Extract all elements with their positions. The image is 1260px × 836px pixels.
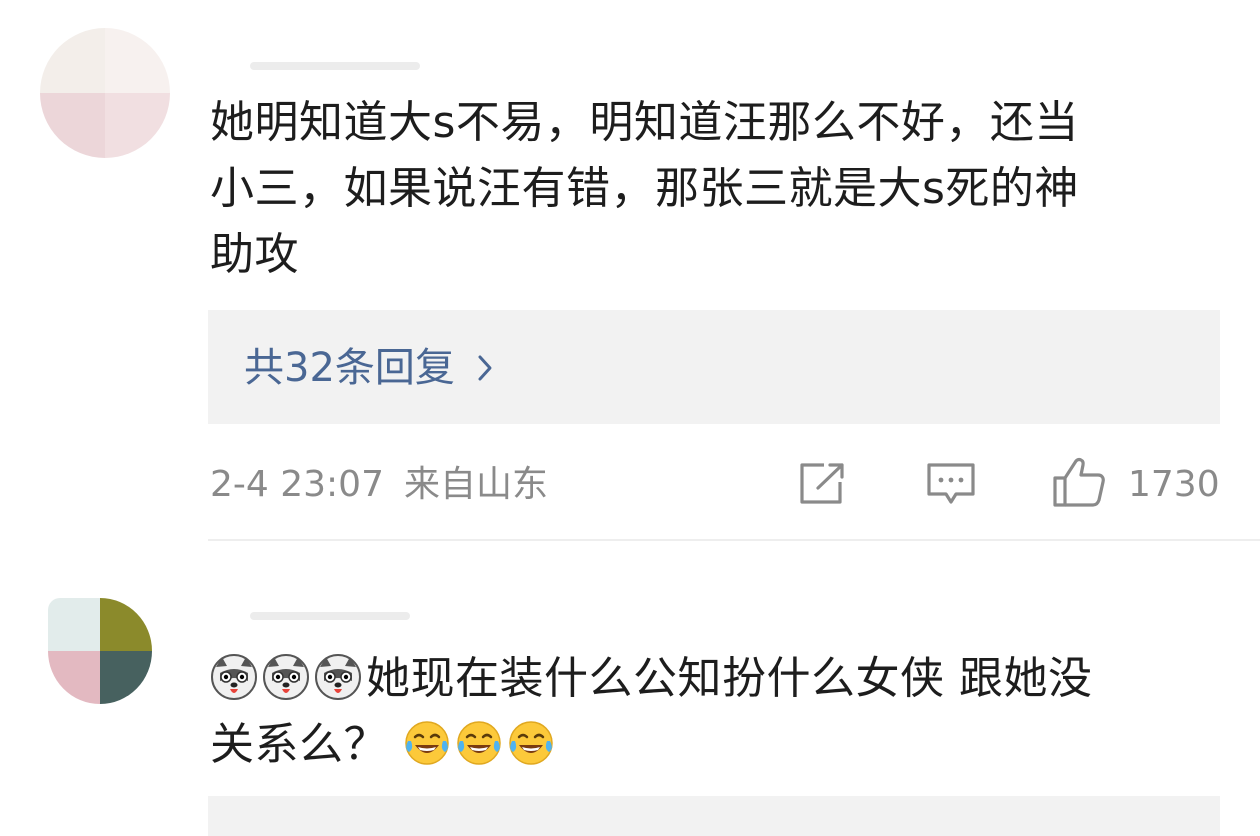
laugh-cry-emoji	[507, 719, 555, 767]
location: 来自山东	[404, 464, 549, 505]
like-count: 1730	[1128, 464, 1220, 505]
laugh-cry-emoji	[403, 719, 451, 767]
avatar[interactable]	[40, 28, 170, 158]
divider	[208, 539, 1260, 541]
avatar[interactable]	[48, 598, 152, 704]
comment-text-line: 小三，如果说汪有错，那张三就是大s死的神	[210, 163, 1079, 214]
chevron-right-icon	[477, 354, 493, 382]
thumbs-up-icon[interactable]	[1052, 456, 1106, 508]
comment-text-line: 助攻	[210, 229, 299, 280]
comment-text: 她现在装什么公知扮什么女侠 跟她没	[366, 653, 1093, 704]
username-redacted[interactable]	[250, 62, 420, 70]
husky-emoji	[262, 653, 310, 701]
view-replies-link[interactable]: 共32条回复	[244, 338, 493, 398]
husky-emoji	[314, 653, 362, 701]
husky-emoji	[210, 653, 258, 701]
share-icon[interactable]	[798, 462, 846, 506]
username-redacted[interactable]	[250, 612, 410, 620]
comment-meta: 2-4 23:07 来自山东	[210, 458, 548, 512]
comment-text-line: 她明知道大s不易，明知道汪那么不好，还当	[210, 97, 1079, 148]
comment-text: 关系么？	[210, 719, 388, 770]
comment-icon[interactable]	[926, 462, 976, 508]
laugh-cry-emoji	[455, 719, 503, 767]
timestamp: 2-4 23:07	[210, 464, 384, 505]
replies-count-label: 共32条回复	[244, 345, 455, 391]
comment-text-line: 关系么？	[210, 712, 559, 778]
comment-text-line: 她现在装什么公知扮什么女侠 跟她没	[210, 646, 1093, 712]
replies-panel[interactable]	[208, 796, 1220, 836]
